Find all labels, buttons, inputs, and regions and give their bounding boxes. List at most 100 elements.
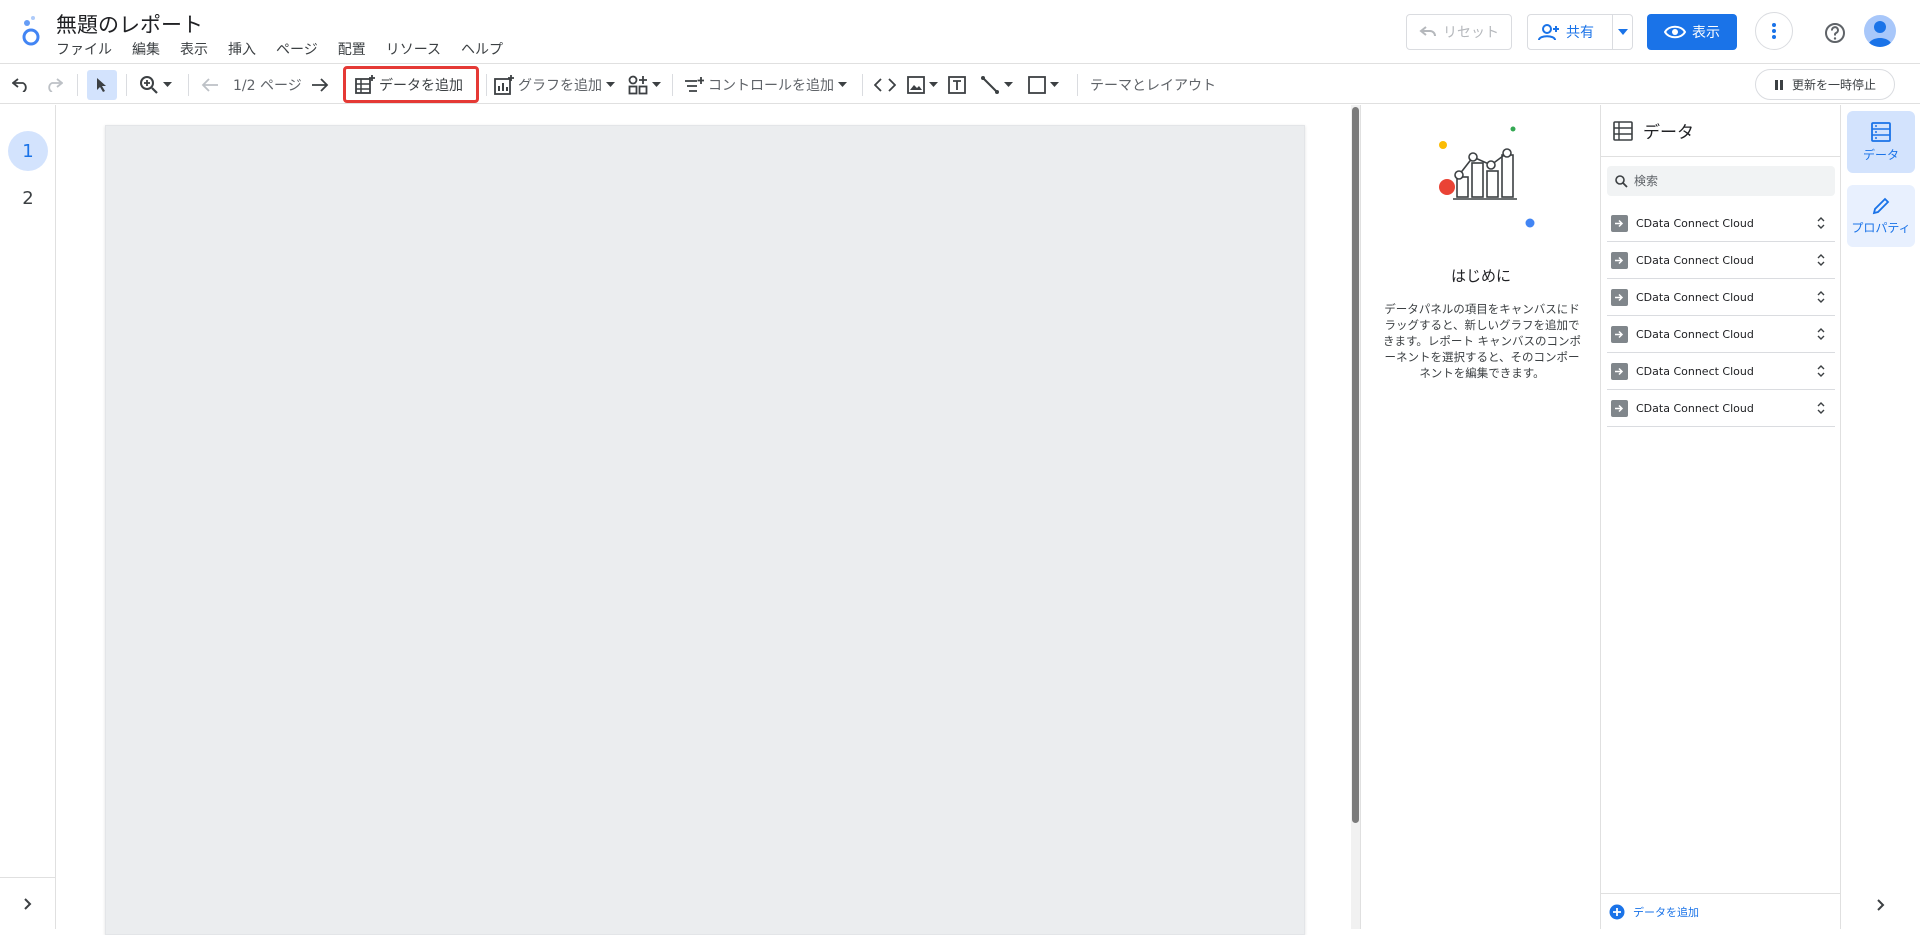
pause-updates-label: 更新を一時停止 [1791,78,1876,92]
toolbar-divider [862,74,863,96]
page-thumbnail-2[interactable]: 2 [8,178,48,218]
zoom-button[interactable] [139,64,172,105]
line-icon [980,75,1000,95]
data-source-item[interactable]: CData Connect Cloud [1607,205,1835,242]
help-button[interactable] [1820,18,1850,48]
view-button[interactable]: 表示 [1647,14,1737,50]
add-circle-icon [1609,904,1625,920]
looker-studio-logo-icon[interactable] [18,14,44,48]
data-source-item[interactable]: CData Connect Cloud [1607,353,1835,390]
expand-collapse-icon[interactable] [1813,289,1829,305]
data-source-item[interactable]: CData Connect Cloud [1607,316,1835,353]
menu-edit[interactable]: 編集 [132,39,160,59]
next-page-button[interactable] [311,64,329,105]
data-source-item[interactable]: CData Connect Cloud [1607,242,1835,279]
caret-down-icon [652,82,661,87]
data-source-icon [1611,362,1628,380]
app-header: 無題のレポート ファイル 編集 表示 挿入 ページ 配置 リソース ヘルプ リセ… [0,0,1920,63]
reset-button[interactable]: リセット [1406,14,1512,50]
share-dropdown-button[interactable] [1612,15,1632,49]
add-data-button[interactable]: データを追加 [355,64,463,105]
menu-view[interactable]: 表示 [180,39,208,59]
caret-down-icon [929,82,938,87]
expand-pages-button[interactable] [0,877,56,929]
add-control-icon [684,76,704,94]
data-table-icon [1871,121,1891,142]
data-table-icon [1613,120,1633,141]
more-options-button[interactable] [1755,12,1793,50]
expand-collapse-icon[interactable] [1813,326,1829,342]
data-source-name: CData Connect Cloud [1636,216,1754,230]
data-search-input[interactable] [1634,174,1824,188]
expand-collapse-icon[interactable] [1813,400,1829,416]
data-source-icon [1611,288,1628,306]
data-panel: データ CData Connect Cloud CData Connect Cl… [1600,105,1841,929]
menu-arrange[interactable]: 配置 [338,39,366,59]
search-icon [1615,174,1628,188]
expand-collapse-icon[interactable] [1813,252,1829,268]
menu-insert[interactable]: 挿入 [228,39,256,59]
data-source-name: CData Connect Cloud [1636,290,1754,304]
redo-button[interactable] [45,64,63,105]
data-search-box[interactable] [1607,166,1835,196]
menu-bar: ファイル 編集 表示 挿入 ページ 配置 リソース ヘルプ [56,39,523,59]
pause-icon [1774,79,1784,90]
rail-data-tab[interactable]: データ [1847,111,1915,173]
previous-page-button[interactable] [201,64,219,105]
expand-collapse-icon[interactable] [1813,363,1829,379]
caret-down-icon [1050,82,1059,87]
toolbar-divider [188,74,189,96]
footer-add-data-button[interactable]: データを追加 [1601,893,1841,929]
image-button[interactable] [907,64,938,105]
components-grid-icon [628,75,648,95]
menu-help[interactable]: ヘルプ [461,39,503,59]
share-main-button[interactable]: 共有 [1528,15,1612,49]
data-source-item[interactable]: CData Connect Cloud [1607,390,1835,427]
menu-file[interactable]: ファイル [56,39,112,59]
cursor-arrow-icon [96,77,108,93]
line-button[interactable] [980,64,1013,105]
collapse-panel-button[interactable] [1841,885,1920,925]
pause-updates-button[interactable]: 更新を一時停止 [1755,69,1895,100]
report-title[interactable]: 無題のレポート [56,9,203,39]
embed-url-button[interactable] [874,64,896,105]
toolbar-divider [672,74,673,96]
canvas-scrollbar[interactable] [1351,105,1360,929]
scrollbar-thumb[interactable] [1352,107,1359,823]
menu-resources[interactable]: リソース [386,39,441,59]
toolbar-divider [1077,74,1078,96]
shape-button[interactable] [1028,64,1059,105]
menu-page[interactable]: ページ [276,39,318,59]
intro-title: はじめに [1450,267,1511,285]
code-brackets-icon [874,77,896,92]
redo-icon [45,77,63,92]
add-control-button[interactable]: コントロールを追加 [684,64,847,105]
text-box-icon [948,75,966,94]
footer-add-data-label: データを追加 [1633,905,1699,919]
add-chart-button[interactable]: グラフを追加 [494,64,615,105]
toolbar-divider [77,74,78,96]
vertical-dots-icon [1772,23,1776,39]
account-avatar[interactable] [1864,15,1896,47]
share-button[interactable]: 共有 [1527,14,1633,50]
data-source-name: CData Connect Cloud [1636,253,1754,267]
chevron-right-icon [1877,899,1885,911]
add-control-label: コントロールを追加 [708,77,834,94]
right-rail: データ プロパティ [1840,105,1920,929]
page-thumbnail-1[interactable]: 1 [8,131,48,171]
zoom-in-icon [139,75,159,95]
undo-button[interactable] [12,64,30,105]
data-source-name: CData Connect Cloud [1636,364,1754,378]
undo-icon [12,77,30,92]
data-source-icon [1611,251,1628,269]
expand-collapse-icon[interactable] [1813,215,1829,231]
text-box-button[interactable] [948,64,966,105]
data-source-item[interactable]: CData Connect Cloud [1607,279,1835,316]
community-components-button[interactable] [628,64,661,105]
select-tool-button[interactable] [87,70,117,100]
share-label: 共有 [1566,25,1594,41]
report-canvas[interactable] [105,125,1305,935]
theme-layout-button[interactable]: テーマとレイアウト [1090,64,1216,105]
rail-properties-tab[interactable]: プロパティ [1847,185,1915,247]
view-label: 表示 [1692,25,1720,41]
